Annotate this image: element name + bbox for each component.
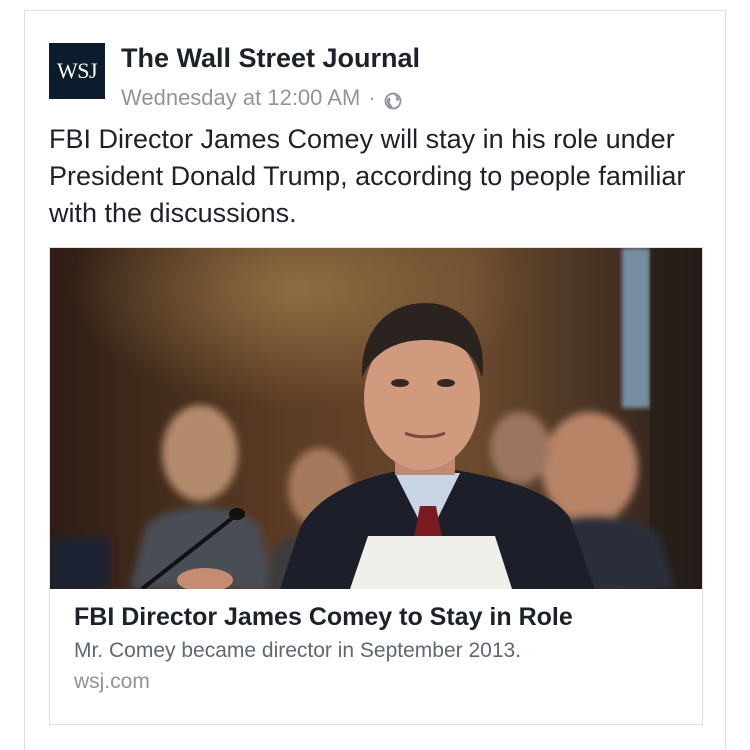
page-name-link[interactable]: The Wall Street Journal	[121, 43, 420, 74]
globe-icon[interactable]	[384, 90, 402, 109]
logo-text: WSJ	[56, 58, 98, 83]
post-meta: Wednesday at 12:00 AM ·	[121, 85, 402, 111]
link-info: FBI Director James Comey to Stay in Role…	[74, 600, 684, 697]
post-timestamp[interactable]: Wednesday at 12:00 AM	[121, 85, 360, 111]
link-title[interactable]: FBI Director James Comey to Stay in Role	[74, 600, 684, 634]
post-text: FBI Director James Comey will stay in hi…	[49, 124, 686, 228]
link-domain: wsj.com	[74, 670, 150, 693]
meta-separator: ·	[368, 85, 376, 110]
link-image[interactable]	[50, 248, 702, 589]
link-preview[interactable]: FBI Director James Comey to Stay in Role…	[49, 247, 703, 725]
page-avatar[interactable]: WSJ	[49, 43, 105, 99]
post-header: WSJ The Wall Street Journal Wednesday at…	[49, 33, 689, 113]
post-card: WSJ The Wall Street Journal Wednesday at…	[24, 10, 726, 750]
link-description: Mr. Comey became director in September 2…	[74, 639, 522, 662]
